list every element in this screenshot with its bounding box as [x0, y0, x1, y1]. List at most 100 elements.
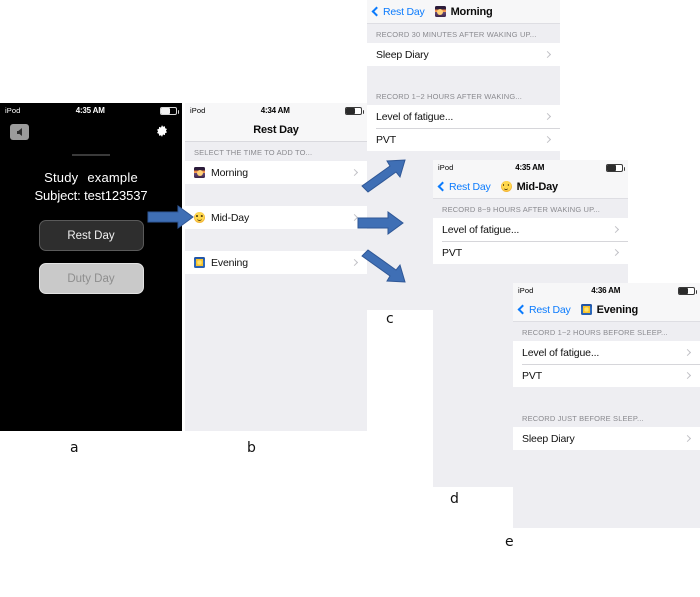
back-button[interactable]: Rest Day [371, 6, 425, 18]
page-title: Mid-Day [516, 180, 559, 193]
rest-day-button[interactable]: Rest Day [38, 220, 144, 251]
nav-bar-c: Rest Day Morning [367, 0, 560, 24]
figure-label-c: c [386, 311, 394, 327]
back-button[interactable]: Rest Day [437, 181, 491, 193]
nav-bar-e: Rest Day Evening [513, 298, 700, 322]
row-group: Sleep Diary [513, 427, 700, 450]
list-item-label: Level of fatigue... [442, 223, 520, 236]
spacer [185, 229, 367, 251]
chevron-left-icon [437, 181, 448, 192]
page-title: Rest Day [253, 123, 299, 136]
chevron-right-icon [683, 348, 692, 357]
list-item-sleep-diary[interactable]: Sleep Diary [513, 427, 700, 450]
row-group: Sleep Diary [367, 43, 560, 66]
page-title: Morning [450, 5, 493, 18]
list-item-mid-day[interactable]: Mid-Day [185, 206, 367, 229]
arrow-b-to-e [360, 249, 408, 290]
panel-e-evening-screen: iPod 4:36 AM Rest Day Evening RECORD 1~2… [513, 283, 700, 528]
status-bar-a: iPod 4:35 AM [0, 103, 182, 118]
clock-label: 4:35 AM [515, 163, 545, 172]
back-arrow-icon[interactable] [10, 124, 29, 140]
sunrise-icon [434, 6, 446, 17]
status-bar-d: iPod 4:35 AM [433, 160, 628, 175]
chevron-right-icon [543, 50, 552, 59]
back-button[interactable]: Rest Day [517, 304, 571, 316]
list-item-evening[interactable]: Evening [185, 251, 367, 274]
section-header: SELECT THE TIME TO ADD TO... [185, 142, 367, 161]
study-value: example [87, 170, 138, 185]
list-item-label: Mid-Day [211, 211, 250, 224]
sunrise-icon [194, 167, 205, 178]
chevron-left-icon [517, 304, 528, 315]
battery-icon [606, 163, 625, 172]
chevron-right-icon [350, 213, 359, 222]
list-item-pvt[interactable]: PVT [513, 364, 700, 387]
list-item-pvt[interactable]: PVT [367, 128, 560, 151]
chevron-right-icon [350, 168, 359, 177]
battery-icon [678, 286, 697, 295]
section-header: RECORD 1~2 HOURS BEFORE SLEEP... [513, 322, 700, 341]
carrier-label: iPod [190, 106, 206, 115]
chevron-right-icon [543, 112, 552, 121]
list-item-label: Morning [211, 166, 248, 179]
gear-icon[interactable] [154, 124, 170, 140]
chevron-right-icon [683, 371, 692, 380]
evening-icon [580, 304, 592, 315]
list-item-level-of-fatigue[interactable]: Level of fatigue... [367, 105, 560, 128]
chevron-right-icon [611, 248, 620, 257]
home-screen-body: Study example Subject: test123537 Rest Da… [0, 118, 182, 431]
status-bar-b: iPod 4:34 AM [185, 103, 367, 118]
spacer [367, 66, 560, 86]
row-group: Level of fatigue... PVT [513, 341, 700, 387]
list-item-label: Level of fatigue... [376, 110, 454, 123]
nav-bar-b: Rest Day [185, 118, 367, 142]
chevron-left-icon [371, 6, 382, 17]
figure-canvas: iPod 4:35 AM Study example Subject: test… [0, 0, 700, 597]
study-line: Study example [0, 170, 182, 185]
figure-label-d: d [450, 491, 459, 507]
arrow-b-to-c [360, 158, 408, 198]
list-item-pvt[interactable]: PVT [433, 241, 628, 264]
back-label: Rest Day [449, 180, 491, 193]
list-item-label: Sleep Diary [522, 432, 575, 445]
back-label: Rest Day [383, 5, 425, 18]
chevron-right-icon [543, 135, 552, 144]
sun-face-icon [500, 181, 512, 192]
nav-title-group: Mid-Day [500, 180, 559, 193]
page-title: Evening [596, 303, 639, 316]
list-item-sleep-diary[interactable]: Sleep Diary [367, 43, 560, 66]
section-header: RECORD JUST BEFORE SLEEP... [513, 408, 700, 427]
clock-label: 4:35 AM [75, 106, 105, 115]
row-group: Morning [185, 161, 367, 184]
nav-bar-d: Rest Day Mid-Day [433, 175, 628, 199]
divider [72, 154, 110, 156]
list-item-morning[interactable]: Morning [185, 161, 367, 184]
list-item-label: Level of fatigue... [522, 346, 600, 359]
arrow-a-to-b [147, 205, 194, 229]
spacer [513, 387, 700, 408]
status-bar-e: iPod 4:36 AM [513, 283, 700, 298]
spacer [185, 184, 367, 206]
list-item-label: Sleep Diary [376, 48, 429, 61]
evening-icon [194, 257, 205, 268]
list-item-level-of-fatigue[interactable]: Level of fatigue... [513, 341, 700, 364]
chevron-right-icon [611, 225, 620, 234]
back-label: Rest Day [529, 303, 571, 316]
section-header: RECORD 8~9 HOURS AFTER WAKING UP... [433, 199, 628, 218]
row-group: Mid-Day [185, 206, 367, 229]
section-header: RECORD 1~2 HOURS AFTER WAKING... [367, 86, 560, 105]
panel-a-home-screen: iPod 4:35 AM Study example Subject: test… [0, 103, 182, 431]
chevron-right-icon [683, 434, 692, 443]
carrier-label: iPod [518, 286, 534, 295]
row-group: Level of fatigue... PVT [433, 218, 628, 264]
list-item-label: PVT [442, 246, 462, 259]
study-label: Study [44, 170, 79, 185]
list-item-level-of-fatigue[interactable]: Level of fatigue... [433, 218, 628, 241]
panel-b-rest-day-list: iPod 4:34 AM Rest Day SELECT THE TIME TO… [185, 103, 367, 431]
duty-day-button[interactable]: Duty Day [38, 263, 144, 294]
battery-icon [160, 106, 179, 115]
clock-label: 4:36 AM [591, 286, 621, 295]
row-group: Evening [185, 251, 367, 274]
row-group: Level of fatigue... PVT [367, 105, 560, 151]
chevron-right-icon [350, 258, 359, 267]
